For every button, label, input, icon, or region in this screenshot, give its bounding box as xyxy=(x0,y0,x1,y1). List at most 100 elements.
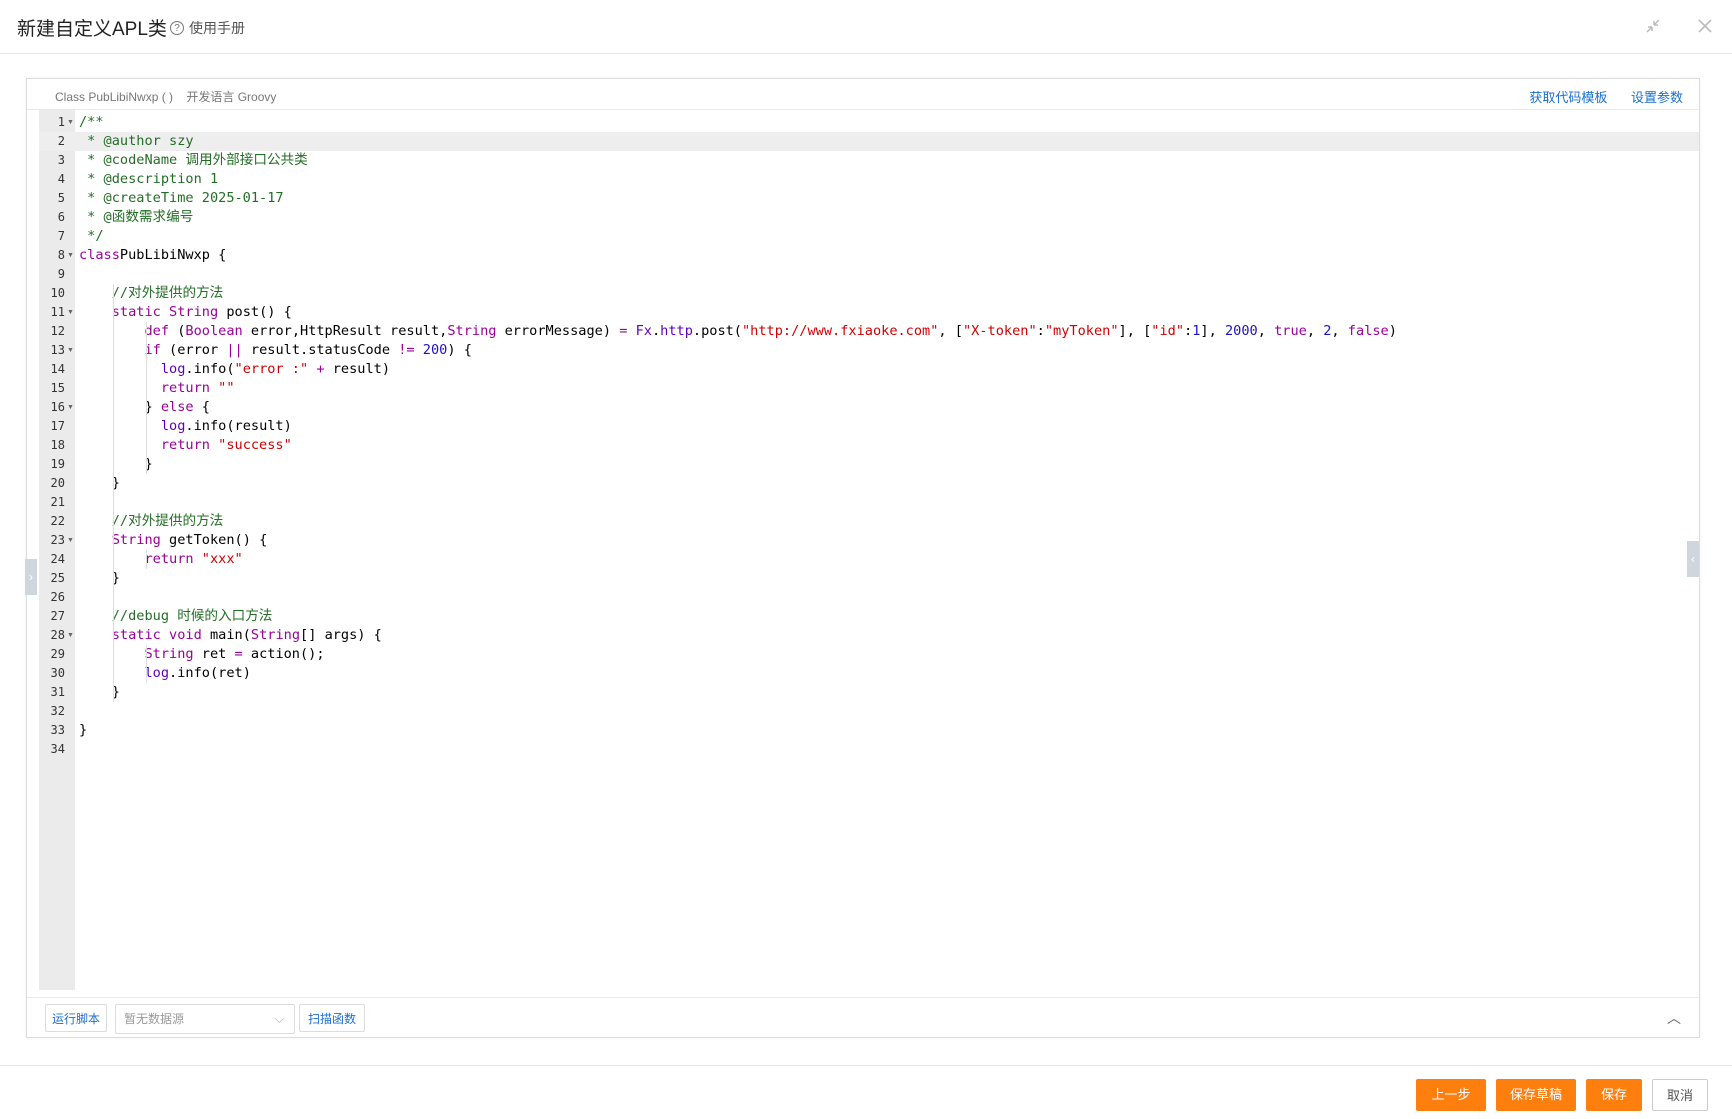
code-text: //对外提供的方法 xyxy=(111,285,224,301)
code-line[interactable]: 4 * @description 1 xyxy=(39,170,1699,189)
line-number: 2 xyxy=(57,134,65,148)
line-number: 29 xyxy=(50,647,65,661)
run-script-button[interactable]: 运行脚本 xyxy=(45,1004,107,1032)
scan-functions-button[interactable]: 扫描函数 xyxy=(299,1004,365,1032)
line-number: 9 xyxy=(57,267,65,281)
code-line[interactable]: 30 log.info(ret) xyxy=(39,664,1699,683)
line-number: 13 xyxy=(50,343,65,357)
code-line[interactable]: 6 * @函数需求编号 xyxy=(39,208,1699,227)
code-text: /** xyxy=(79,114,104,130)
fold-toggle-icon[interactable]: ▼ xyxy=(67,303,74,322)
code-text: } else { xyxy=(79,399,210,415)
minimize-icon[interactable] xyxy=(1642,17,1664,39)
line-number: 11 xyxy=(50,305,65,319)
line-number: 6 xyxy=(57,210,65,224)
code-text: static void main(String[] args) { xyxy=(111,627,382,643)
left-expand-handle[interactable]: › xyxy=(25,559,37,595)
fold-toggle-icon[interactable]: ▼ xyxy=(67,531,74,550)
line-number: 19 xyxy=(50,457,65,471)
previous-step-button[interactable]: 上一步 xyxy=(1416,1079,1486,1111)
line-number: 20 xyxy=(50,476,65,490)
code-line[interactable]: 25 } xyxy=(39,569,1699,588)
chevron-up-icon[interactable]: ︿ xyxy=(1667,1008,1681,1028)
line-number: 34 xyxy=(50,742,65,756)
dialog-title: 新建自定义APL类 xyxy=(17,19,167,40)
line-number: 24 xyxy=(50,552,65,566)
line-number: 4 xyxy=(57,172,65,186)
line-number: 1 xyxy=(57,115,65,129)
code-text: if (error || result.statusCode != 200) { xyxy=(144,342,472,358)
code-line[interactable]: 20 } xyxy=(39,474,1699,493)
dialog-footer: 上一步 保存草稿 保存 取消 xyxy=(0,1065,1732,1119)
code-editor[interactable]: 1 ▼/** 2 * @author szy 3 * @codeName 调用外部接口… xyxy=(39,110,1699,990)
fold-toggle-icon[interactable]: ▼ xyxy=(67,626,74,645)
code-line[interactable]: 16 ▼ } else { xyxy=(39,398,1699,417)
code-line[interactable]: 34 xyxy=(39,740,1699,759)
code-line[interactable]: 13 ▼ if (error || result.statusCode != 20… xyxy=(39,341,1699,360)
code-text: * @函数需求编号 xyxy=(79,209,194,225)
datasource-select[interactable]: 暂无数据源 ⌵ xyxy=(115,1004,295,1034)
code-text: log.info(ret) xyxy=(144,665,251,681)
code-line[interactable]: 22 //对外提供的方法 xyxy=(39,512,1699,531)
code-line[interactable]: 15 return "" xyxy=(39,379,1699,398)
code-line[interactable]: 23 ▼ String getToken() { xyxy=(39,531,1699,550)
help-link[interactable]: ? 使用手册 xyxy=(170,18,245,38)
code-line[interactable]: 2 * @author szy xyxy=(39,132,1699,151)
code-text: //debug 时候的入口方法 xyxy=(111,608,273,624)
cancel-button[interactable]: 取消 xyxy=(1652,1079,1708,1111)
fold-toggle-icon[interactable]: ▼ xyxy=(67,398,74,417)
code-line[interactable]: 10 //对外提供的方法 xyxy=(39,284,1699,303)
close-icon[interactable] xyxy=(1694,17,1716,39)
line-number: 12 xyxy=(50,324,65,338)
code-text: String getToken() { xyxy=(111,532,268,548)
code-line[interactable]: 32 xyxy=(39,702,1699,721)
set-params-link[interactable]: 设置参数 xyxy=(1631,90,1683,105)
code-line[interactable]: 21 xyxy=(39,493,1699,512)
dialog-header: 新建自定义APL类 ? 使用手册 xyxy=(0,0,1732,54)
code-line[interactable]: 7 */ xyxy=(39,227,1699,246)
line-number: 3 xyxy=(57,153,65,167)
code-line[interactable]: 17 log.info(result) xyxy=(39,417,1699,436)
code-line[interactable]: 14 log.info("error :" + result) xyxy=(39,360,1699,379)
save-draft-button[interactable]: 保存草稿 xyxy=(1496,1079,1576,1111)
save-button[interactable]: 保存 xyxy=(1586,1079,1642,1111)
code-line[interactable]: 1 ▼ /** xyxy=(39,113,1699,132)
get-template-link[interactable]: 获取代码模板 xyxy=(1529,90,1607,105)
code-text: */ xyxy=(79,228,104,244)
class-info: Class PubLibiNwxp ( ) 开发语言 Groovy xyxy=(55,88,276,105)
fold-toggle-icon[interactable]: ▼ xyxy=(67,113,74,132)
code-text: static String post() { xyxy=(111,304,292,320)
fold-toggle-icon[interactable]: ▼ xyxy=(67,341,74,360)
code-text: } xyxy=(79,456,153,472)
fold-toggle-icon[interactable]: ▼ xyxy=(67,246,74,265)
code-line[interactable]: 31 } xyxy=(39,683,1699,702)
code-line[interactable]: 12 def (Boolean error,HttpResult result,… xyxy=(39,322,1699,341)
code-text: def (Boolean error,HttpResult result,Str… xyxy=(144,323,1397,339)
help-label: 使用手册 xyxy=(189,20,245,36)
right-expand-handle[interactable]: ‹ xyxy=(1687,541,1699,577)
class-name: Class PubLibiNwxp ( ) xyxy=(55,90,174,104)
question-icon: ? xyxy=(170,21,184,35)
code-line[interactable]: 29 String ret = action(); xyxy=(39,645,1699,664)
code-line[interactable]: 8 ▼ classPubLibiNwxp { xyxy=(39,246,1699,265)
code-line[interactable]: 26 xyxy=(39,588,1699,607)
language-info: 开发语言 Groovy xyxy=(186,90,277,104)
code-line[interactable]: 19 } xyxy=(39,455,1699,474)
code-line[interactable]: 18 return "success" xyxy=(39,436,1699,455)
code-text: //对外提供的方法 xyxy=(111,513,224,529)
line-number: 17 xyxy=(50,419,65,433)
panel-header: Class PubLibiNwxp ( ) 开发语言 Groovy 获取代码模板… xyxy=(27,79,1699,110)
code-line[interactable]: 9 xyxy=(39,265,1699,284)
line-number: 21 xyxy=(50,495,65,509)
code-line[interactable]: 24 return "xxx" xyxy=(39,550,1699,569)
code-text: return "" xyxy=(160,380,235,396)
code-line[interactable]: 27 //debug 时候的入口方法 xyxy=(39,607,1699,626)
code-line[interactable]: 3 * @codeName 调用外部接口公共类 xyxy=(39,151,1699,170)
line-number: 5 xyxy=(57,191,65,205)
line-number: 32 xyxy=(50,704,65,718)
code-line[interactable]: 28 ▼ static void main(String[] args) { xyxy=(39,626,1699,645)
code-line[interactable]: 5 * @createTime 2025-01-17 xyxy=(39,189,1699,208)
code-line[interactable]: 11 ▼ static String post() { xyxy=(39,303,1699,322)
code-line[interactable]: 33} xyxy=(39,721,1699,740)
code-text: * @description 1 xyxy=(79,171,219,187)
